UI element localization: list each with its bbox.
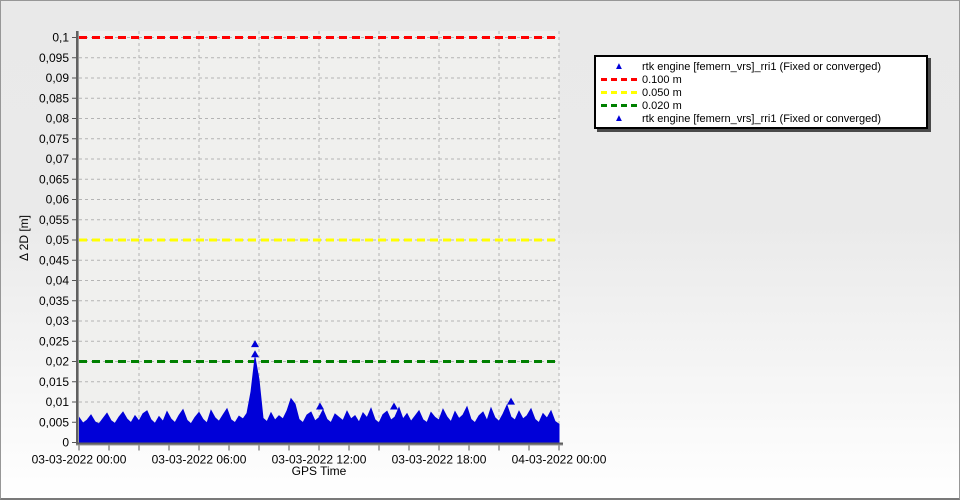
legend-item-label: 0.050 m xyxy=(642,86,682,99)
y-tick-label: 0,03 xyxy=(46,314,70,328)
dashed-line-marker xyxy=(596,78,642,81)
x-tick-label: 04-03-2022 00:00 xyxy=(512,453,607,467)
legend-item: ▲ rtk engine [femern_vrs]_rri1 (Fixed or … xyxy=(596,60,926,73)
y-tick-label: 0,025 xyxy=(39,334,69,348)
y-tick-label: 0,02 xyxy=(46,355,70,369)
legend-item-label: rtk engine [femern_vrs]_rri1 (Fixed or c… xyxy=(642,112,882,125)
dashed-line-icon xyxy=(601,78,637,81)
dashed-line-marker xyxy=(596,91,642,94)
y-tick-label: 0,04 xyxy=(46,274,70,288)
legend: ▲ rtk engine [femern_vrs]_rri1 (Fixed or … xyxy=(594,55,928,129)
y-tick-label: 0,08 xyxy=(46,112,70,126)
legend-item-label: 0.100 m xyxy=(642,73,682,86)
legend-item: 0.020 m xyxy=(596,99,926,112)
y-tick-label: 0,01 xyxy=(46,395,70,409)
y-tick-label: 0,05 xyxy=(46,233,70,247)
x-tick-label: 03-03-2022 06:00 xyxy=(152,453,247,467)
x-tick-label: 03-03-2022 00:00 xyxy=(32,453,127,467)
x-axis-title: GPS Time xyxy=(291,464,347,478)
y-tick-label: 0,085 xyxy=(39,91,69,105)
x-tick-label: 03-03-2022 18:00 xyxy=(392,453,487,467)
y-tick-label: 0,075 xyxy=(39,132,69,146)
legend-item: ▲ rtk engine [femern_vrs]_rri1 (Fixed or … xyxy=(596,112,926,125)
y-tick-label: 0,055 xyxy=(39,213,69,227)
dashed-line-icon xyxy=(601,91,637,94)
y-tick-label: 0,015 xyxy=(39,375,69,389)
y-tick-label: 0,065 xyxy=(39,172,69,186)
y-tick-label: 0,06 xyxy=(46,193,70,207)
legend-item-label: rtk engine [femern_vrs]_rri1 (Fixed or c… xyxy=(642,60,882,73)
legend-item: 0.100 m xyxy=(596,73,926,86)
chart-window: 0,1 0,095 0,09 0,085 0,08 0,075 0,07 0,065 0,06 0… xyxy=(0,0,960,500)
y-axis-title: Δ 2D [m] xyxy=(17,214,31,262)
y-tick-label: 0,005 xyxy=(39,415,69,429)
y-tick-label: 0,045 xyxy=(39,253,69,267)
triangle-marker-icon: ▲ xyxy=(614,112,624,124)
y-tick-label: 0,095 xyxy=(39,51,69,65)
dashed-line-marker xyxy=(596,104,642,107)
legend-item-label: 0.020 m xyxy=(642,99,682,112)
legend-item: 0.050 m xyxy=(596,86,926,99)
y-tick-label: 0,07 xyxy=(46,152,70,166)
dashed-line-icon xyxy=(601,104,637,107)
y-tick-label: 0,1 xyxy=(52,31,69,45)
y-tick-label: 0 xyxy=(62,436,69,450)
y-tick-label: 0,09 xyxy=(46,71,70,85)
triangle-marker-icon: ▲ xyxy=(614,60,624,72)
y-tick-label: 0,035 xyxy=(39,294,69,308)
